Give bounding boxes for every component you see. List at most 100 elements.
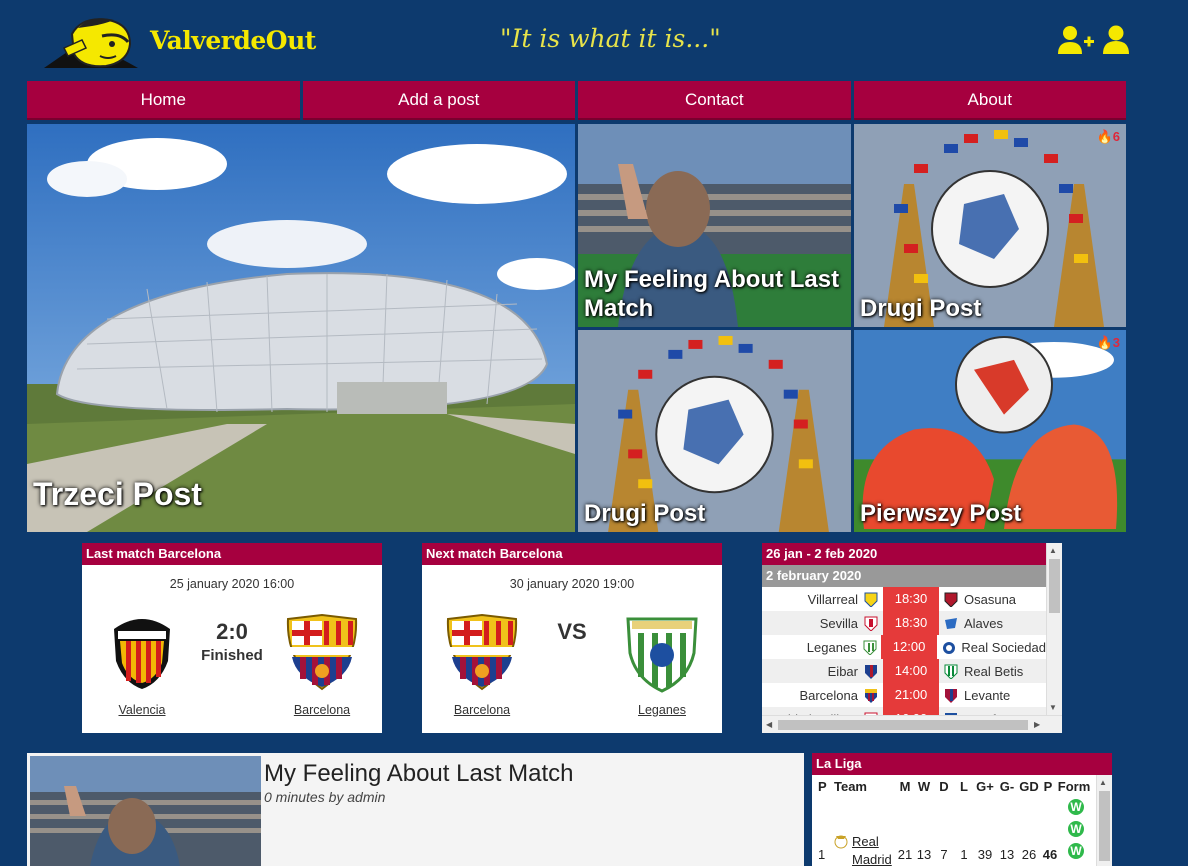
row-goals-against: 13 [999, 847, 1015, 862]
fixture-row[interactable]: Barcelona 21:00 Levante [762, 683, 1046, 707]
tile-title: Drugi Post [584, 500, 706, 527]
barcelona-crest-icon [446, 613, 518, 691]
row-wins: 13 [916, 847, 932, 862]
fixture-time: 18:30 [883, 587, 939, 611]
col-matches: M [899, 778, 911, 794]
post-meta: 0 minutes by admin [264, 789, 386, 805]
table-header: P Team M W D L G+ G- GD P Form [812, 775, 1112, 797]
next-match-heading: Next match Barcelona [422, 543, 722, 565]
leganes-crest-icon [626, 617, 698, 693]
tile-title: Pierwszy Post [860, 500, 1022, 527]
row-matches: 21 [897, 847, 913, 862]
away-team-link[interactable]: Barcelona [267, 703, 377, 717]
real-madrid-crest-icon [834, 833, 848, 849]
stadium-image [27, 124, 575, 532]
league-table: P Team M W D L G+ G- GD P Form 1 Real Ma… [812, 775, 1112, 866]
fixture-row[interactable]: Eibar 14:00 Real Betis [762, 659, 1046, 683]
levante-crest-icon [942, 687, 960, 703]
table-row[interactable]: 1 Real Madrid 21 13 7 1 39 13 26 46 W W … [812, 797, 1112, 866]
fire-count: 🔥6 [1096, 129, 1120, 144]
fire-count: 🔥3 [1096, 335, 1120, 350]
row-losses: 1 [960, 847, 968, 862]
fixture-away: Real Sociedad [961, 639, 1046, 655]
eibar-crest-icon [862, 663, 880, 679]
nav-contact[interactable]: Contact [578, 81, 851, 120]
col-draws: D [939, 778, 949, 794]
col-losses: L [960, 778, 968, 794]
featured-post-tile[interactable]: My Feeling About Last Match [578, 124, 851, 327]
scrollbar-thumb[interactable] [1099, 791, 1110, 861]
alaves-crest-icon [942, 615, 960, 631]
tile-title: Drugi Post [860, 295, 982, 322]
row-points: 46 [1042, 847, 1058, 862]
sevilla-crest-icon [862, 615, 880, 631]
vertical-scrollbar[interactable]: ▲ ▼ [1046, 543, 1062, 715]
fixtures-heading: 26 jan - 2 feb 2020 [762, 543, 1062, 565]
fixture-home: Villarreal [807, 591, 858, 607]
fixture-away: Osasuna [964, 591, 1017, 607]
site-motto: "It is what it is..." [500, 24, 721, 53]
barcelona-crest-icon [286, 613, 358, 691]
real-betis-crest-icon [942, 663, 960, 679]
scroll-up-icon[interactable]: ▲ [1049, 546, 1057, 555]
featured-post-main[interactable]: Trzeci Post [27, 124, 575, 532]
next-match-card: Next match Barcelona 30 january 2020 19:… [422, 543, 722, 733]
match-date: 30 january 2020 19:00 [509, 577, 635, 591]
featured-post-tile[interactable]: 🔥3 Pierwszy Post [854, 330, 1126, 532]
post-title[interactable]: My Feeling About Last Match [264, 760, 574, 788]
fixture-away: Real Betis [964, 663, 1024, 679]
col-form: Form [1057, 778, 1091, 794]
last-match-heading: Last match Barcelona [82, 543, 382, 565]
nav-about[interactable]: About [853, 81, 1126, 120]
row-goals-for: 39 [977, 847, 993, 862]
site-logo[interactable]: ValverdeOut [42, 14, 342, 72]
form-badge: W [1066, 841, 1086, 861]
villarreal-crest-icon [862, 591, 880, 607]
leganes-crest-icon [861, 639, 879, 655]
fixture-away: Alaves [964, 615, 1004, 631]
user-icon[interactable] [1100, 24, 1132, 56]
match-status: Finished [201, 647, 263, 664]
horizontal-scrollbar[interactable]: ◀ ▶ [762, 715, 1062, 733]
featured-post-tile[interactable]: 🔥6 Drugi Post [854, 124, 1126, 327]
fixture-row[interactable]: Leganes 12:00 Real Sociedad [762, 635, 1046, 659]
logo-face-icon [44, 18, 138, 68]
row-draws: 7 [940, 847, 948, 862]
valencia-crest-icon [114, 619, 170, 689]
scroll-left-icon[interactable]: ◀ [766, 720, 772, 729]
post-thumbnail-image [30, 756, 261, 866]
main-nav: Home Add a post Contact About [27, 81, 1126, 120]
home-team-link[interactable]: Barcelona [427, 703, 537, 717]
fixture-home: Sevilla [819, 615, 858, 631]
col-points: P [1043, 778, 1053, 794]
away-team-link[interactable]: Leganes [607, 703, 717, 717]
fixture-time: 18:30 [883, 611, 939, 635]
featured-post-tile[interactable]: Drugi Post [578, 330, 851, 532]
scroll-up-icon[interactable]: ▲ [1099, 778, 1107, 787]
form-badge: W [1066, 819, 1086, 839]
col-wins: W [917, 778, 931, 794]
col-team: Team [834, 778, 867, 794]
fixture-row[interactable]: Villarreal 18:30 Osasuna [762, 587, 1046, 611]
league-heading: La Liga [812, 753, 1112, 775]
tile-title: My Feeling About Last Match [584, 266, 840, 322]
col-goal-diff: GD [1019, 778, 1039, 794]
col-goals-against: G- [999, 778, 1015, 794]
scroll-right-icon[interactable]: ▶ [1034, 720, 1040, 729]
scrollbar-thumb[interactable] [778, 720, 1028, 730]
scroll-down-icon[interactable]: ▼ [1049, 703, 1057, 712]
fixture-home: Leganes [806, 639, 857, 655]
scrollbar-thumb[interactable] [1049, 559, 1060, 613]
fixture-row[interactable]: Sevilla 18:30 Alaves [762, 611, 1046, 635]
fixture-time: 14:00 [883, 659, 939, 683]
team-link[interactable]: Real Madrid [852, 833, 896, 866]
nav-add-post[interactable]: Add a post [302, 81, 575, 120]
fixture-away: Levante [964, 687, 1011, 703]
match-score: 2:0 [216, 619, 248, 644]
user-plus-icon[interactable] [1056, 24, 1096, 56]
fixture-home: Barcelona [799, 687, 858, 703]
fixtures-widget: 26 jan - 2 feb 2020 2 february 2020 Vill… [762, 543, 1062, 733]
nav-home[interactable]: Home [27, 81, 300, 120]
home-team-link[interactable]: Valencia [87, 703, 197, 717]
vertical-scrollbar[interactable]: ▲ [1096, 775, 1112, 866]
